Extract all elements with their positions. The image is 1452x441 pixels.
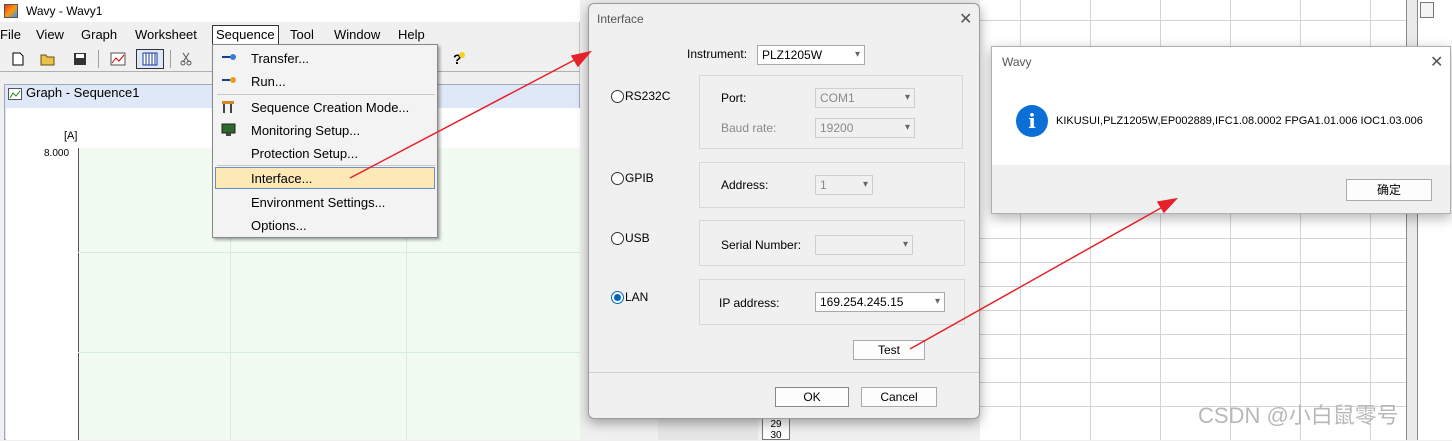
- arrow-test-to-message: [909, 203, 1169, 350]
- watermark: CSDN @小白鼠零号: [1198, 403, 1399, 428]
- arrowhead: [1156, 197, 1179, 214]
- annotation-arrows: [349, 50, 1179, 350]
- arrow-menu-to-dialog: [349, 55, 583, 179]
- arrowhead: [570, 50, 593, 68]
